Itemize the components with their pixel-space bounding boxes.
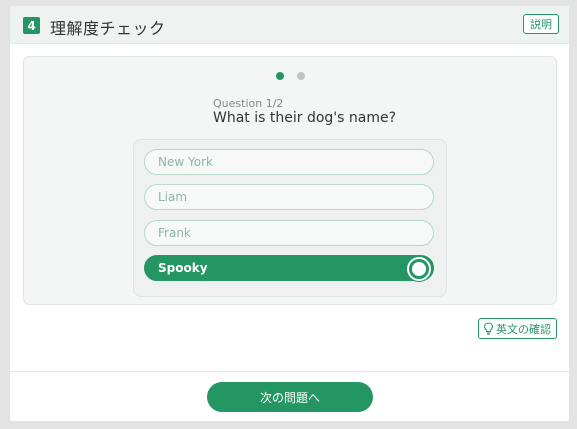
question-card: Question 1/2 What is their dog's name? N… (23, 56, 557, 305)
footer-divider (10, 371, 569, 372)
question-text: What is their dog's name? (213, 110, 397, 126)
answer-option-new-york[interactable]: New York (144, 149, 434, 175)
pagination-dot-1[interactable] (276, 72, 284, 80)
pagination-dot-2[interactable] (297, 72, 305, 80)
answer-option-label: Frank (158, 226, 191, 240)
explain-button[interactable]: 説明 (523, 14, 559, 34)
answer-option-label: New York (158, 155, 213, 169)
answer-option-liam[interactable]: Liam (144, 184, 434, 210)
answer-option-frank[interactable]: Frank (144, 220, 434, 246)
next-question-button[interactable]: 次の問題へ (207, 382, 373, 412)
question-number-label: Question 1/2 (213, 97, 284, 110)
step-number-badge: 4 (23, 17, 40, 34)
section-header: 4 理解度チェック 説明 (10, 6, 569, 44)
check-circle-inner (412, 262, 426, 276)
answer-options: New York Liam Frank Spooky (133, 139, 447, 297)
section-title: 理解度チェック (50, 19, 166, 38)
answer-option-label: Liam (158, 190, 188, 204)
answer-option-label: Spooky (158, 261, 208, 275)
check-circle-icon (407, 257, 431, 281)
confirm-english-button[interactable]: 英文の確認 (478, 318, 557, 339)
confirm-english-label: 英文の確認 (496, 322, 551, 336)
question-pagination-dots (276, 72, 305, 80)
lightbulb-icon (483, 322, 494, 335)
answer-option-spooky[interactable]: Spooky (144, 255, 434, 281)
quiz-panel: 4 理解度チェック 説明 Question 1/2 What is their … (10, 6, 569, 421)
